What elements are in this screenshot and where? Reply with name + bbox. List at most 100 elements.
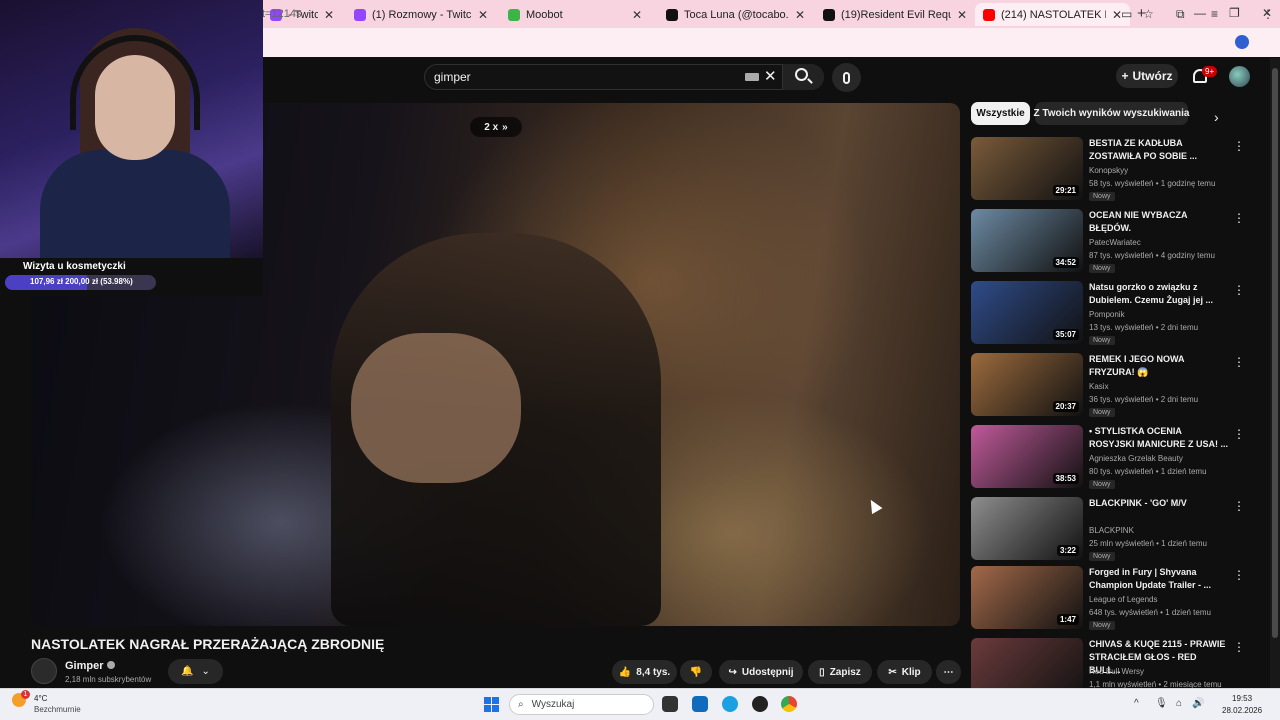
browser-tab[interactable]: Moobot ✕ (500, 3, 650, 26)
scrollbar-thumb[interactable] (1272, 68, 1278, 638)
minimize-icon[interactable]: — (1194, 6, 1206, 20)
channel-name[interactable]: Gimper (65, 660, 115, 672)
taskbar-search-input[interactable]: ⌕ Wyszukaj (509, 694, 654, 715)
video-duration: 35:07 (1052, 329, 1079, 340)
tab-close-icon[interactable]: ✕ (324, 8, 334, 22)
search-query[interactable]: gimper (434, 70, 471, 84)
recommended-title[interactable]: Natsu gorzko o związku z Dubielem. Czemu… (1089, 281, 1229, 307)
video-thumbnail[interactable]: 3:22 (971, 497, 1083, 560)
tab-title: Moobot (526, 8, 563, 21)
extensions-icon[interactable]: ⧉ (1176, 7, 1185, 22)
chip-from-search[interactable]: Z Twoich wyników wyszukiwania (1034, 102, 1189, 125)
recommended-video[interactable]: 34:52 OCEAN NIE WYBACZA BŁĘDÓW. PatecWaria… (971, 209, 1261, 277)
recommended-video[interactable]: 29:21 BESTIA ZE KADŁUBA ZOSTAWIŁA PO SOBI… (971, 137, 1261, 205)
recommended-channel: Konopskyy (1089, 166, 1129, 175)
bookmark-star-icon[interactable]: ☆ (1143, 7, 1154, 21)
video-thumbnail[interactable]: 29:21 (971, 137, 1083, 200)
tab-close-icon[interactable]: ✕ (632, 8, 642, 22)
tray-chevron-up-icon[interactable]: ^ (1134, 698, 1139, 709)
menu-icon[interactable]: ⋮ (1262, 7, 1274, 21)
dislike-button[interactable]: 👎 (680, 660, 712, 684)
video-thumbnail[interactable]: 35:07 (971, 281, 1083, 344)
chrome-icon[interactable] (781, 696, 797, 712)
like-button[interactable]: 👍 8,4 tys. (612, 660, 677, 684)
recommended-title[interactable]: OCEAN NIE WYBACZA BŁĘDÓW. (1089, 209, 1229, 235)
task-view-icon[interactable] (662, 696, 678, 712)
edge-icon[interactable] (722, 696, 738, 712)
new-badge: Nowy (1089, 480, 1115, 489)
browser-tab[interactable]: (19)Resident Evil Requiem ✕ (815, 3, 975, 26)
chevron-right-icon[interactable]: › (1214, 109, 1219, 125)
obs-icon[interactable] (752, 696, 768, 712)
recommended-title[interactable]: BESTIA ZE KADŁUBA ZOSTAWIŁA PO SOBIE ... (1089, 137, 1229, 163)
video-thumbnail[interactable]: 1:47 (971, 566, 1083, 629)
cast-icon[interactable]: ▭ (1121, 7, 1132, 21)
volume-icon[interactable]: 🔊 (1192, 698, 1204, 709)
tab-close-icon[interactable]: ✕ (957, 8, 967, 22)
video-duration: 20:37 (1052, 401, 1079, 412)
tab-favicon-icon (508, 8, 520, 21)
recommended-video[interactable]: 20:37 REMEK I JEGO NOWA FRYZURA! 😱 Kasix 36… (971, 353, 1261, 421)
recommended-video[interactable]: 38:53 • STYLISTKA OCENIA ROSYJSKI MANICUR… (971, 425, 1261, 493)
more-options-icon[interactable]: ⋮ (1233, 568, 1245, 582)
video-frame-face (351, 333, 521, 483)
recommended-channel: Kasix (1089, 382, 1109, 391)
url-text[interactable]: t=1214s (262, 8, 301, 20)
clip-button[interactable]: ✂ Klip (877, 660, 932, 684)
share-button[interactable]: ↪ Udostępnij (719, 660, 803, 684)
save-button[interactable]: ▯ Zapisz (808, 660, 872, 684)
more-options-icon[interactable]: ⋮ (1233, 283, 1245, 297)
maximize-icon[interactable]: ❐ (1229, 6, 1240, 20)
media-control-icon[interactable]: ≡ (1211, 7, 1218, 21)
video-thumbnail[interactable]: 38:53 (971, 425, 1083, 488)
more-actions-button[interactable]: ⋯ (936, 660, 961, 684)
browser-tab[interactable]: Toca Luna (@tocabo... ✕ (658, 3, 813, 26)
clear-search-icon[interactable]: ✕ (764, 67, 777, 85)
voice-search-button[interactable] (832, 63, 861, 92)
recommended-video[interactable]: 1:47 Forged in Fury | Shyvana Champion Up… (971, 566, 1261, 634)
share-icon: ↪ (728, 666, 737, 678)
plus-icon: + (1121, 69, 1129, 83)
clock-time[interactable]: 19:53 (1232, 694, 1252, 703)
windows-start-icon[interactable] (484, 697, 499, 712)
recommended-video[interactable]: 35:07 Natsu gorzko o związku z Dubielem. … (971, 281, 1261, 349)
video-thumbnail[interactable]: 20:37 (971, 353, 1083, 416)
weather-temperature[interactable]: 4°C (34, 694, 47, 703)
microphone-tray-icon[interactable]: 🎙 (1155, 698, 1168, 709)
create-button[interactable]: + Utwórz (1116, 64, 1178, 88)
tab-title: (19)Resident Evil Requiem (841, 8, 951, 21)
chevron-down-icon: ⌄ (201, 666, 210, 677)
more-options-icon[interactable]: ⋮ (1233, 499, 1245, 513)
keyboard-icon[interactable] (745, 73, 759, 81)
browser-tab[interactable]: (214) NASTOLATEK NAGRA...✕ (975, 3, 1130, 26)
more-options-icon[interactable]: ⋮ (1233, 640, 1245, 654)
account-avatar[interactable] (1229, 66, 1250, 87)
chip-all[interactable]: Wszystkie (971, 102, 1030, 125)
tab-title: (1) Rozmowy - Twitch (372, 8, 472, 21)
clock-date[interactable]: 28.02.2026 (1222, 706, 1262, 715)
microphone-icon (843, 71, 850, 84)
browser-tab[interactable]: (1) Rozmowy - Twitch ✕ (346, 3, 496, 26)
more-options-icon[interactable]: ⋮ (1233, 355, 1245, 369)
tab-close-icon[interactable]: ✕ (795, 8, 805, 22)
subscriber-count: 2,18 mln subskrybentów (65, 675, 152, 684)
subscription-bell-button[interactable]: 🔔 ⌄ (168, 659, 223, 684)
network-icon[interactable]: ⌂ (1176, 698, 1182, 709)
channel-name-text[interactable]: Gimper (65, 660, 104, 672)
recommended-title[interactable]: Forged in Fury | Shyvana Champion Update… (1089, 566, 1229, 592)
weather-description[interactable]: Bezchmurnie (34, 705, 81, 714)
more-options-icon[interactable]: ⋮ (1233, 427, 1245, 441)
more-options-icon[interactable]: ⋮ (1233, 211, 1245, 225)
more-options-icon[interactable]: ⋮ (1233, 139, 1245, 153)
tab-close-icon[interactable]: ✕ (478, 8, 488, 22)
channel-avatar[interactable] (31, 658, 57, 684)
clip-label: Klip (901, 666, 921, 678)
outlook-icon[interactable] (692, 696, 708, 712)
recommended-title[interactable]: • STYLISTKA OCENIA ROSYJSKI MANICURE Z U… (1089, 425, 1229, 451)
recommended-title[interactable]: REMEK I JEGO NOWA FRYZURA! 😱 (1089, 353, 1229, 379)
recommended-title[interactable]: BLACKPINK - 'GO' M/V (1089, 497, 1229, 510)
profile-avatar[interactable] (1235, 35, 1249, 49)
recommended-video[interactable]: 3:22 BLACKPINK - 'GO' M/V BLACKPINK 25 mln … (971, 497, 1261, 565)
search-icon[interactable] (795, 68, 808, 81)
video-thumbnail[interactable]: 34:52 (971, 209, 1083, 272)
